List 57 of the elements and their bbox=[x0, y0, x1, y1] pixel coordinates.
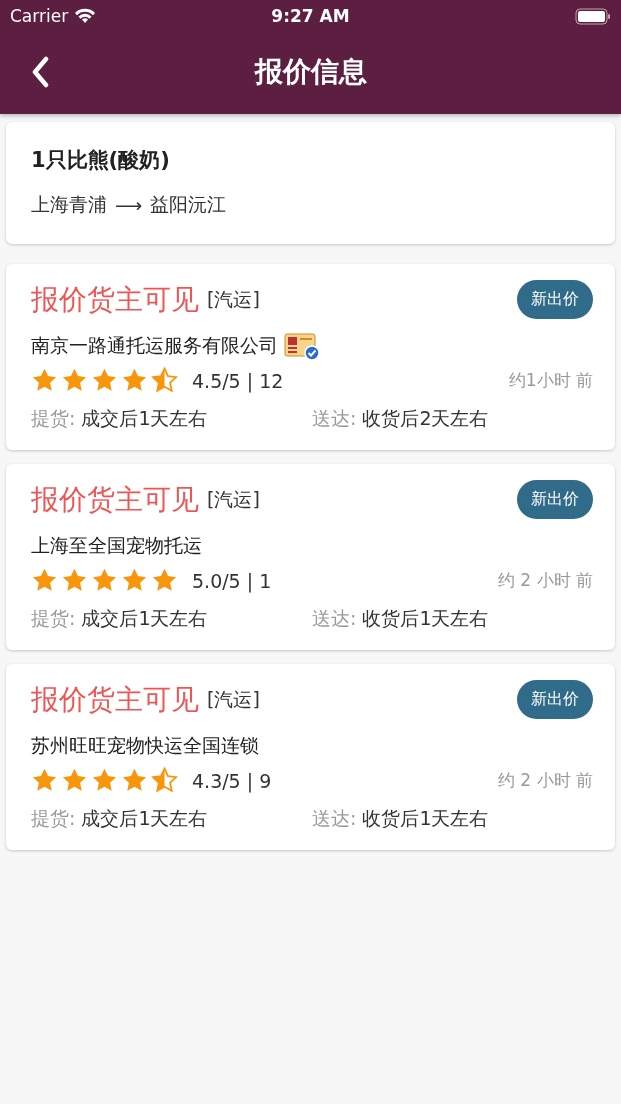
clock: 9:27 AM bbox=[271, 6, 350, 26]
price-hidden-label: 报价货主可见 bbox=[31, 481, 199, 518]
new-bid-button[interactable]: 新出价 bbox=[517, 280, 593, 319]
delivery-label: 送达: bbox=[312, 806, 357, 831]
delivery-time: 收货后1天左右 bbox=[362, 806, 489, 831]
verified-license-icon bbox=[284, 332, 320, 360]
transport-mode: [汽运] bbox=[207, 286, 260, 312]
star-icon bbox=[151, 767, 178, 794]
star-icon bbox=[121, 367, 148, 394]
company-name: 苏州旺旺宠物快运全国连锁 bbox=[31, 733, 259, 758]
back-icon bbox=[30, 56, 50, 88]
star-icon bbox=[31, 767, 58, 794]
company-name: 南京一路通托运服务有限公司 bbox=[31, 333, 278, 358]
arrow-glyph: ⟶ bbox=[115, 194, 143, 216]
destination-city: 益阳沅江 bbox=[150, 192, 227, 217]
delivery-label: 送达: bbox=[312, 406, 357, 431]
transport-mode: [汽运] bbox=[207, 686, 260, 712]
page-title: 报价信息 bbox=[254, 55, 367, 88]
star-icon bbox=[31, 367, 58, 394]
pickup-label: 提货: bbox=[31, 806, 76, 831]
back-button[interactable] bbox=[30, 56, 50, 88]
rating-text: 5.0/5 | 1 bbox=[192, 569, 272, 592]
star-icon bbox=[91, 767, 118, 794]
star-icon bbox=[151, 367, 178, 394]
pickup-time: 成交后1天左右 bbox=[81, 606, 208, 631]
star-icon bbox=[61, 367, 88, 394]
pet-title: 1只比熊(酸奶) bbox=[31, 147, 171, 174]
new-bid-button[interactable]: 新出价 bbox=[517, 480, 593, 519]
quote-time: 约 2 小时 前 bbox=[497, 769, 593, 792]
wifi-icon bbox=[74, 8, 97, 24]
pickup-time: 成交后1天左右 bbox=[81, 806, 208, 831]
quote-time: 约 2 小时 前 bbox=[497, 569, 593, 592]
star-icon bbox=[91, 367, 118, 394]
transport-mode: [汽运] bbox=[207, 486, 260, 512]
pickup-label: 提货: bbox=[31, 606, 76, 631]
price-hidden-label: 报价货主可见 bbox=[31, 681, 199, 718]
battery-icon bbox=[575, 7, 611, 25]
pickup-time: 成交后1天左右 bbox=[81, 406, 208, 431]
star-icon bbox=[61, 567, 88, 594]
star-icon bbox=[91, 567, 118, 594]
delivery-time: 收货后2天左右 bbox=[362, 406, 489, 431]
delivery-label: 送达: bbox=[312, 606, 357, 631]
origin-city: 上海青浦 bbox=[31, 192, 107, 217]
price-hidden-label: 报价货主可见 bbox=[31, 281, 199, 318]
quote-time: 约1小时 前 bbox=[508, 369, 593, 392]
star-icon bbox=[121, 567, 148, 594]
new-bid-button[interactable]: 新出价 bbox=[517, 680, 593, 719]
star-icon bbox=[31, 567, 58, 594]
star-icon bbox=[121, 767, 148, 794]
delivery-time: 收货后1天左右 bbox=[362, 606, 489, 631]
rating-text: 4.3/5 | 9 bbox=[192, 769, 272, 792]
carrier-label: Carrier bbox=[10, 6, 69, 26]
star-icon bbox=[61, 767, 88, 794]
company-name: 上海至全国宠物托运 bbox=[31, 533, 202, 558]
star-icon bbox=[151, 567, 178, 594]
rating-text: 4.5/5 | 12 bbox=[192, 369, 284, 392]
pickup-label: 提货: bbox=[31, 406, 76, 431]
